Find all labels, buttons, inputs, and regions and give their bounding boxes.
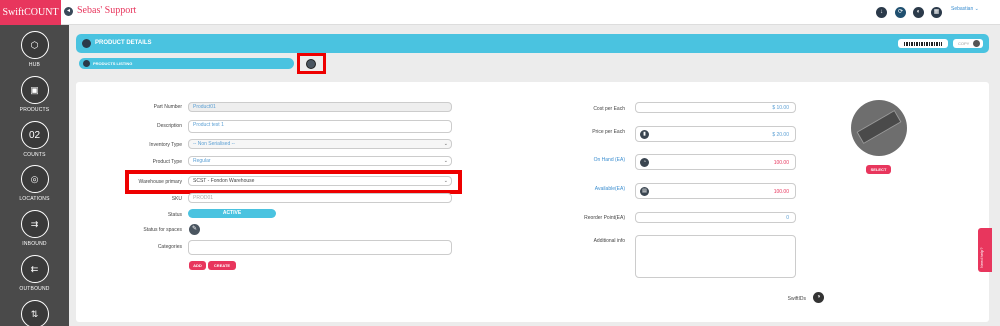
inventory-type-select[interactable]: -- Non Serialised -- ⌄ [188, 139, 452, 149]
product-type-label: Product Type [152, 159, 182, 165]
on-hand-label[interactable]: On Hand (EA) [560, 157, 625, 163]
sidebar-item-label: OUTBOUND [19, 286, 50, 292]
sidebar-item-label: INBOUND [22, 241, 47, 247]
back-arrow-icon [83, 60, 90, 67]
description-field[interactable]: Product test 1 [188, 120, 452, 133]
sidebar-item-label: PRODUCTS [19, 107, 50, 113]
product-type-select[interactable]: Regular ⌄ [188, 156, 452, 166]
breadcrumb[interactable]: PRODUCTS LISTING [79, 58, 294, 69]
on-hand-value: 100.00 [773, 160, 789, 166]
hub-icon: ⬡ [20, 31, 49, 59]
gauge-icon: ◔ [640, 158, 649, 167]
select-photo-button[interactable]: SELECT [866, 165, 891, 174]
need-help-tab[interactable]: Need help? [978, 228, 992, 272]
part-number-label: Part Number [153, 104, 182, 110]
additional-info-textarea[interactable] [635, 235, 796, 278]
app-title: Sebas' Support [77, 5, 137, 16]
add-button[interactable]: ADD [189, 261, 206, 270]
reorder-point-label: Reorder Point(EA) [584, 215, 625, 221]
chevron-down-icon: ⌄ [443, 158, 448, 164]
brand-logo[interactable]: SwiftCOUNT [0, 0, 61, 25]
inventory-type-value: -- Non Serialised -- [193, 141, 235, 147]
sku-label: SKU [171, 196, 182, 202]
toggle-knob-icon [973, 40, 980, 47]
barcode-icon [904, 41, 942, 46]
top-bar: ◂ Sebas' Support ↓ ⟳ ◐ ▦ Sebastian ⌄ [61, 0, 1000, 25]
status-for-spaces-label: Status for spaces [143, 227, 182, 233]
cost-per-each-label: Cost per Each [593, 106, 625, 112]
sidebar-item-locations[interactable]: ◎ LOCATIONS [0, 165, 69, 202]
download-icon[interactable]: ↓ [876, 7, 887, 18]
on-hand-field[interactable]: ◔ 100.00 [635, 154, 796, 170]
description-label: Description [156, 123, 182, 129]
available-value: 100.00 [773, 189, 789, 195]
barcode-button[interactable] [898, 39, 948, 48]
truck-out-icon: ⇇ [20, 255, 49, 283]
status-label: Status [167, 212, 182, 218]
stock-icon: ▤ [640, 187, 649, 196]
available-field[interactable]: ▤ 100.00 [635, 183, 796, 199]
reorder-point-field[interactable]: 0 [635, 212, 796, 223]
product-details-header: PRODUCT DETAILS COPY [76, 34, 989, 53]
counter-icon: 02 [20, 121, 49, 149]
warehouse-highlight-box [125, 170, 462, 194]
price-per-each-field[interactable]: ▮ $ 20.00 [635, 126, 796, 142]
cost-per-each-value: $ 10.00 [772, 105, 789, 111]
sidebar-item-transfers[interactable]: ⇅ [0, 300, 69, 326]
notification-icon[interactable]: ◐ [913, 7, 924, 18]
target-icon: ◎ [20, 165, 49, 193]
sidebar: SwiftCOUNT ⬡ HUB ▣ PRODUCTS 02 COUNTS ◎ … [0, 0, 69, 326]
part-number-field[interactable]: Product01 [188, 102, 452, 112]
breadcrumb-label: PRODUCTS LISTING [93, 61, 133, 66]
box-icon: ▣ [20, 76, 49, 104]
user-menu[interactable]: Sebastian ⌄ [951, 6, 979, 12]
price-per-each-value: $ 20.00 [772, 132, 789, 138]
sidebar-item-label: HUB [28, 62, 41, 68]
film-strip-icon [856, 109, 902, 145]
sidebar-item-products[interactable]: ▣ PRODUCTS [0, 76, 69, 113]
page-title: PRODUCT DETAILS [95, 40, 152, 46]
sku-field[interactable]: PROD01 [188, 193, 452, 203]
available-label[interactable]: Available(EA) [560, 186, 625, 192]
price-tag-icon: ▮ [640, 130, 649, 139]
need-help-label: Need help? [979, 247, 984, 268]
sidebar-item-outbound[interactable]: ⇇ OUTBOUND [0, 255, 69, 292]
transfer-icon: ⇅ [20, 300, 49, 326]
reorder-point-value: 0 [786, 215, 789, 221]
product-type-value: Regular [193, 158, 211, 164]
spaces-settings-icon[interactable]: ✎ [189, 224, 200, 235]
sidebar-item-counts[interactable]: 02 COUNTS [0, 121, 69, 158]
copy-label: COPY [958, 41, 970, 46]
cost-per-each-field[interactable]: $ 10.00 [635, 102, 796, 113]
copy-toggle[interactable]: COPY [953, 39, 983, 48]
swift-ids-label: SwiftIDs [787, 296, 806, 302]
inventory-type-label: Inventory Type [149, 142, 182, 148]
menu-toggle-icon[interactable]: ◂ [64, 7, 73, 16]
status-badge[interactable]: ACTIVE [188, 209, 276, 218]
additional-info-label: Additional info [593, 238, 625, 244]
calculator-icon[interactable]: ▦ [931, 7, 942, 18]
sidebar-item-label: LOCATIONS [19, 196, 50, 202]
categories-label: Categories [157, 244, 182, 250]
swift-ids-toggle-icon[interactable]: ◑ [813, 292, 824, 303]
list-view-button[interactable] [306, 59, 316, 69]
sidebar-item-inbound[interactable]: ⇉ INBOUND [0, 210, 69, 247]
product-icon [82, 39, 91, 48]
chevron-down-icon: ⌄ [443, 141, 448, 147]
product-photo [851, 100, 907, 156]
categories-field[interactable] [188, 240, 452, 255]
sidebar-item-hub[interactable]: ⬡ HUB [0, 31, 69, 68]
create-button[interactable]: CREATE [208, 261, 236, 270]
sync-icon[interactable]: ⟳ [895, 7, 906, 18]
truck-in-icon: ⇉ [20, 210, 49, 238]
price-per-each-label: Price per Each [592, 129, 625, 135]
sidebar-item-label: COUNTS [23, 152, 46, 158]
